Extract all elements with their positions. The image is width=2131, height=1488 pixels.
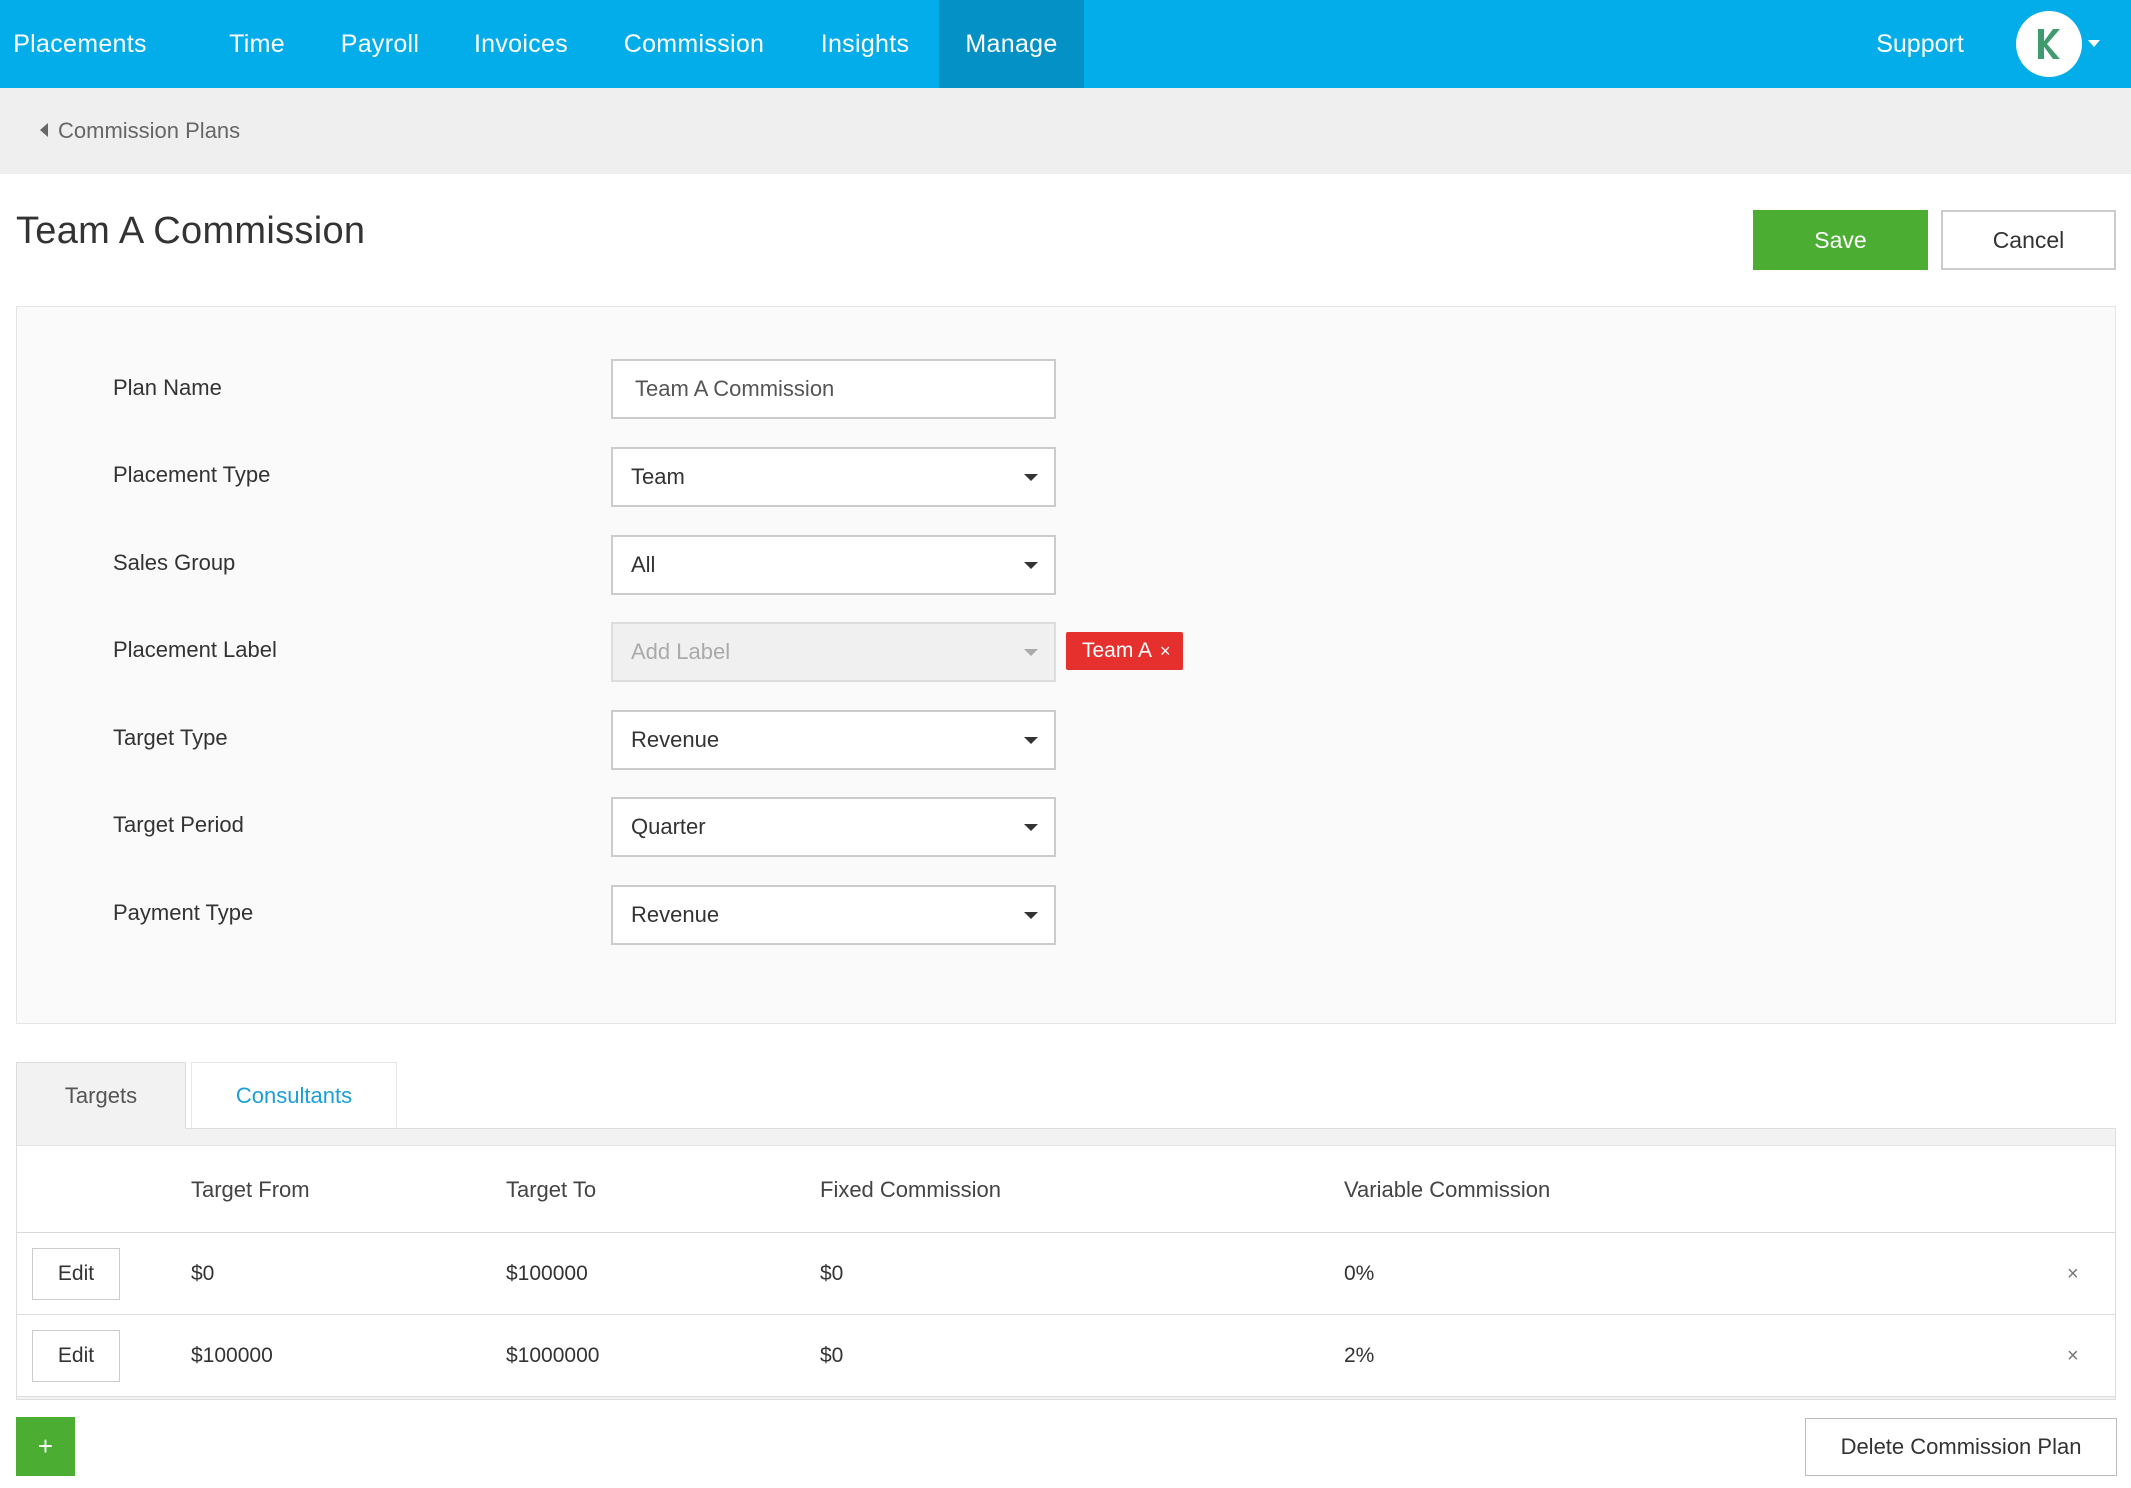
column-target-from: Target From: [191, 1177, 310, 1202]
cell-variable-commission: 0%: [1344, 1262, 1375, 1285]
caret-down-icon: [1024, 824, 1038, 831]
cell-target-from: $0: [191, 1262, 215, 1285]
nav-manage[interactable]: Manage: [939, 0, 1084, 88]
caret-down-icon: [1024, 649, 1038, 656]
plan-name-label: Plan Name: [113, 375, 222, 400]
payment-type-value: Revenue: [631, 902, 720, 927]
nav-placements[interactable]: Placements: [0, 0, 160, 88]
cell-variable-commission: 2%: [1344, 1344, 1375, 1367]
kh-logo-icon: [2038, 29, 2060, 59]
tab-targets[interactable]: Targets: [16, 1062, 186, 1129]
cell-fixed-commission: $0: [820, 1344, 844, 1367]
breadcrumb-label: Commission Plans: [58, 118, 241, 143]
target-type-label: Target Type: [113, 725, 228, 750]
table-row: Edit $0 $100000 $0 0% ×: [17, 1233, 2115, 1315]
nav-insights[interactable]: Insights: [803, 0, 927, 88]
column-target-to: Target To: [506, 1177, 597, 1202]
nav-support[interactable]: Support: [1860, 0, 1980, 88]
breadcrumb[interactable]: Commission Plans: [40, 88, 240, 174]
nav-payroll[interactable]: Payroll: [325, 0, 435, 88]
delete-commission-plan-button[interactable]: Delete Commission Plan: [1805, 1418, 2117, 1476]
nav-time[interactable]: Time: [202, 0, 312, 88]
remove-tag-icon[interactable]: ×: [1160, 641, 1171, 661]
placement-type-value: Team: [631, 464, 685, 489]
caret-down-icon: [1024, 562, 1038, 569]
payment-type-select[interactable]: Revenue: [611, 885, 1056, 945]
placement-label-label: Placement Label: [113, 637, 277, 662]
placement-type-select[interactable]: Team: [611, 447, 1056, 507]
table-row: Edit $100000 $1000000 $0 2% ×: [17, 1315, 2115, 1397]
page-title: Team A Commission: [16, 210, 366, 252]
target-period-select[interactable]: Quarter: [611, 797, 1056, 857]
delete-row-icon[interactable]: ×: [2067, 1233, 2079, 1315]
label-tag-text: Team A: [1082, 639, 1153, 662]
save-button[interactable]: Save: [1753, 210, 1928, 270]
edit-button[interactable]: Edit: [32, 1330, 120, 1382]
caret-down-icon: [1024, 737, 1038, 744]
nav-commission[interactable]: Commission: [608, 0, 780, 88]
label-tag-team-a: Team A ×: [1066, 632, 1183, 670]
cell-target-to: $1000000: [506, 1344, 600, 1367]
column-variable-commission: Variable Commission: [1344, 1177, 1551, 1202]
cell-target-from: $100000: [191, 1344, 273, 1367]
placement-label-select[interactable]: Add Label: [611, 622, 1056, 682]
user-avatar[interactable]: [2016, 11, 2082, 77]
column-fixed-commission: Fixed Commission: [820, 1177, 1001, 1202]
table-header: Target From Target To Fixed Commission V…: [17, 1145, 2115, 1233]
placement-label-placeholder: Add Label: [631, 639, 731, 664]
delete-row-icon[interactable]: ×: [2067, 1315, 2079, 1397]
sales-group-label: Sales Group: [113, 550, 236, 575]
target-type-select[interactable]: Revenue: [611, 710, 1056, 770]
top-navigation: Placements Time Payroll Invoices Commiss…: [0, 0, 2131, 88]
target-type-value: Revenue: [631, 727, 720, 752]
target-period-label: Target Period: [113, 812, 244, 837]
target-period-value: Quarter: [631, 814, 706, 839]
tab-consultants[interactable]: Consultants: [191, 1062, 397, 1128]
payment-type-label: Payment Type: [113, 900, 254, 925]
chevron-left-icon: [40, 123, 48, 138]
sales-group-value: All: [631, 552, 656, 577]
caret-down-icon: [1024, 912, 1038, 919]
targets-table: Target From Target To Fixed Commission V…: [16, 1129, 2116, 1400]
caret-down-icon: [1024, 474, 1038, 481]
add-target-button[interactable]: +: [16, 1417, 75, 1476]
nav-invoices[interactable]: Invoices: [460, 0, 582, 88]
edit-button[interactable]: Edit: [32, 1248, 120, 1300]
placement-type-label: Placement Type: [113, 462, 271, 487]
cell-fixed-commission: $0: [820, 1262, 844, 1285]
cell-target-to: $100000: [506, 1262, 588, 1285]
breadcrumb-bar: Commission Plans: [0, 88, 2131, 174]
cancel-button[interactable]: Cancel: [1941, 210, 2116, 270]
plan-name-input[interactable]: Team A Commission: [611, 359, 1056, 419]
chevron-down-icon[interactable]: [2088, 40, 2100, 47]
sales-group-select[interactable]: All: [611, 535, 1056, 595]
